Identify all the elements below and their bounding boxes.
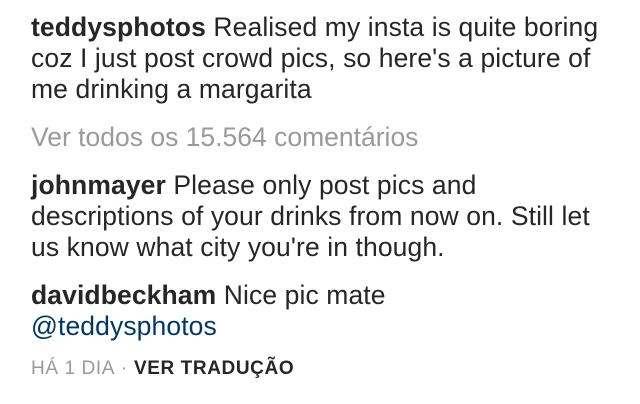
comment-text: Nice pic mate xyxy=(223,280,386,310)
mention-link[interactable]: @teddysphotos xyxy=(31,311,217,341)
comment-username-link[interactable]: davidbeckham xyxy=(31,280,216,310)
timestamp: HÁ 1 DIA xyxy=(31,358,115,379)
see-translation-button[interactable]: VER TRADUÇÃO xyxy=(134,358,294,379)
post-caption: teddysphotos Realised my insta is quite … xyxy=(31,12,618,105)
view-all-comments-link[interactable]: Ver todos os 15.564 comentários xyxy=(31,122,418,153)
comment-username-link[interactable]: johnmayer xyxy=(31,170,166,200)
comment-item: davidbeckham Nice pic mate @teddysphotos xyxy=(31,280,618,342)
caption-username-link[interactable]: teddysphotos xyxy=(31,12,206,42)
comment-meta: HÁ 1 DIA · VER TRADUÇÃO xyxy=(31,357,294,381)
separator-dot: · xyxy=(121,358,128,379)
comment-item: johnmayer Please only post pics and desc… xyxy=(31,170,618,263)
